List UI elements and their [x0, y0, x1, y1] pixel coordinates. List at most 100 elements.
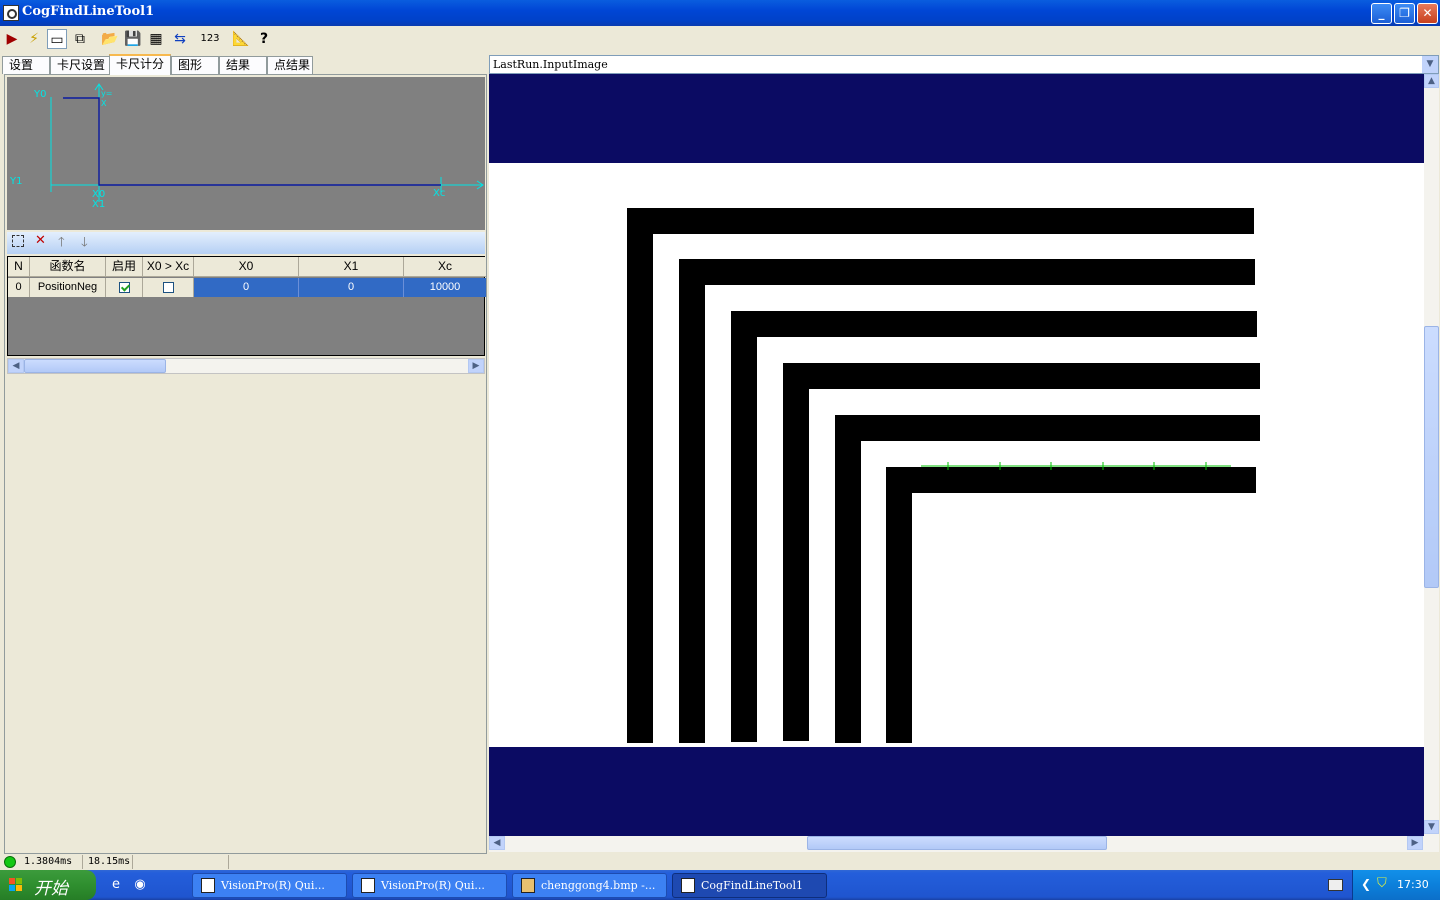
image-scroll-right-icon[interactable]: ▶: [1407, 836, 1423, 850]
cell-x1[interactable]: 0: [299, 278, 404, 297]
clock[interactable]: 17:30: [1397, 878, 1429, 891]
scoring-function-diagram: Y0 Y1 X0 X1 Xc y= X: [7, 77, 485, 230]
restore-button[interactable]: ❐: [1394, 3, 1415, 24]
image-display[interactable]: [489, 74, 1424, 836]
column-header-n[interactable]: N: [8, 257, 30, 277]
tab-point-results[interactable]: 点结果: [267, 56, 313, 74]
move-down-icon[interactable]: 🡓: [81, 233, 88, 255]
status-bar: 1.3804ms 18.15ms: [0, 854, 1440, 870]
cell-xc[interactable]: 10000: [404, 278, 486, 297]
scroll-left-icon[interactable]: ◀: [8, 359, 24, 373]
chevron-down-icon[interactable]: ▼: [1422, 56, 1438, 73]
tab-caliper-settings[interactable]: 卡尺设置: [50, 56, 110, 74]
start-label: 开始: [34, 879, 68, 899]
image-scroll-left-icon[interactable]: ◀: [489, 836, 505, 850]
keyboard-icon[interactable]: [1328, 879, 1343, 891]
chevron-left-icon[interactable]: ❮: [1361, 877, 1371, 891]
taskbar-item-label: CogFindLineTool1: [701, 879, 804, 892]
app-icon: [3, 5, 19, 21]
y1-label: Y1: [10, 176, 23, 187]
column-header-x0-gt-xc[interactable]: X0 > Xc: [143, 257, 194, 277]
xc-label: Xc: [433, 188, 446, 199]
toolbar: ▶ ⚡ ▭ ⧉ 📂 💾 ▦ ⇆ 123 📐 ?: [0, 26, 1440, 52]
cell-x0-gt-xc: [143, 278, 194, 297]
minimize-button[interactable]: _: [1371, 3, 1392, 24]
security-shield-icon[interactable]: ⛉: [1377, 876, 1387, 891]
copy-icon[interactable]: ⧉: [70, 29, 90, 49]
input-image: [489, 74, 1424, 836]
column-header-x1[interactable]: X1: [299, 257, 404, 277]
vertical-scroll-thumb[interactable]: [1424, 326, 1439, 588]
image-selector[interactable]: LastRun.InputImage ▼: [489, 55, 1439, 74]
save-icon[interactable]: 💾: [123, 29, 143, 49]
scroll-down-icon[interactable]: ▼: [1424, 820, 1439, 834]
taskbar-item-visionpro-2[interactable]: VisionPro(R) Qui...: [352, 873, 507, 898]
visionpro-icon: [201, 878, 215, 893]
app-icon: [681, 878, 695, 893]
status-indicator-icon: [4, 856, 16, 868]
import-icon[interactable]: ⇆: [170, 29, 190, 49]
close-button[interactable]: ✕: [1417, 3, 1438, 24]
image-display-panel: LastRun.InputImage ▼ ▲ ▼ ◀ ▶: [488, 54, 1440, 854]
y-axis-label: y=: [101, 89, 113, 98]
open-icon[interactable]: 📂: [100, 29, 120, 49]
cell-enabled: [106, 278, 143, 297]
scroll-thumb[interactable]: [24, 359, 166, 373]
column-header-x0[interactable]: X0: [194, 257, 299, 277]
taskbar-item-label: VisionPro(R) Qui...: [221, 879, 325, 892]
scoring-function-table: N 函数名 启用 X0 > Xc X0 X1 Xc 0 PositionNeg …: [7, 256, 486, 356]
delete-icon[interactable]: ✕: [35, 233, 46, 248]
column-header-name[interactable]: 函数名: [30, 257, 106, 277]
image-horizontal-scrollbar[interactable]: ◀ ▶: [489, 836, 1439, 852]
tab-results[interactable]: 结果: [219, 56, 267, 74]
x-axis-label: X: [101, 99, 107, 108]
column-header-enabled[interactable]: 启用: [106, 257, 143, 277]
enabled-checkbox[interactable]: [118, 281, 130, 293]
scroll-right-icon[interactable]: ▶: [468, 359, 484, 373]
table-header: N 函数名 启用 X0 > Xc X0 X1 Xc: [8, 257, 486, 277]
cell-x0[interactable]: 0: [194, 278, 299, 297]
taskbar-item-label: VisionPro(R) Qui...: [381, 879, 485, 892]
measure-icon[interactable]: 📐: [231, 29, 251, 49]
window-title: CogFindLineTool1: [22, 4, 155, 19]
number-icon[interactable]: 123: [200, 29, 220, 49]
last-run-time: 1.3804ms: [24, 856, 73, 867]
internet-explorer-icon[interactable]: e: [108, 877, 124, 893]
table-horizontal-scrollbar[interactable]: ◀ ▶: [7, 358, 485, 374]
cell-n: 0: [8, 278, 30, 297]
y0-label: Y0: [34, 89, 47, 100]
windows-logo-icon: [9, 878, 22, 891]
paint-icon: [521, 878, 535, 893]
cell-function-name[interactable]: PositionNeg: [30, 278, 106, 297]
taskbar-item-paint[interactable]: chenggong4.bmp -...: [512, 873, 667, 898]
move-up-icon[interactable]: 🡑: [58, 233, 65, 255]
left-panel: Y0 Y1 X0 X1 Xc y= X ✕ 🡑 🡓 N 函数名 启用 X0 > …: [4, 74, 487, 854]
graphics-icon[interactable]: ▦: [146, 29, 166, 49]
display-icon[interactable]: ▭: [47, 29, 67, 49]
image-selector-value: LastRun.InputImage: [493, 58, 608, 71]
image-vertical-scrollbar[interactable]: ▲ ▼: [1424, 74, 1439, 836]
system-tray: ❮ ⛉ 17:30: [1352, 870, 1440, 900]
total-time: 18.15ms: [88, 856, 131, 867]
tab-caliper-scoring[interactable]: 卡尺计分: [109, 54, 171, 75]
quicklaunch-icon[interactable]: ◉: [132, 877, 148, 893]
scroll-up-icon[interactable]: ▲: [1424, 74, 1439, 88]
new-function-icon[interactable]: [12, 235, 24, 247]
x0-gt-xc-checkbox[interactable]: [162, 281, 174, 293]
help-icon[interactable]: ?: [254, 29, 274, 49]
taskbar: 开始 e ◉ VisionPro(R) Qui... VisionPro(R) …: [0, 870, 1440, 900]
horizontal-scroll-thumb[interactable]: [807, 836, 1107, 850]
document-icon: [361, 878, 375, 893]
taskbar-item-visionpro-1[interactable]: VisionPro(R) Qui...: [192, 873, 347, 898]
title-bar: CogFindLineTool1 _ ❐ ✕: [0, 0, 1440, 26]
tab-graphics[interactable]: 图形: [171, 56, 219, 74]
start-button[interactable]: 开始: [0, 870, 96, 900]
taskbar-item-findline-tool[interactable]: CogFindLineTool1: [672, 873, 827, 898]
x1-label: X1: [92, 199, 106, 210]
electric-icon[interactable]: ⚡: [24, 29, 44, 49]
tab-settings[interactable]: 设置: [2, 56, 50, 74]
taskbar-item-label: chenggong4.bmp -...: [541, 879, 656, 892]
run-icon[interactable]: ▶: [2, 29, 22, 49]
column-header-xc[interactable]: Xc: [404, 257, 486, 277]
function-toolbar: ✕ 🡑 🡓: [7, 232, 485, 254]
